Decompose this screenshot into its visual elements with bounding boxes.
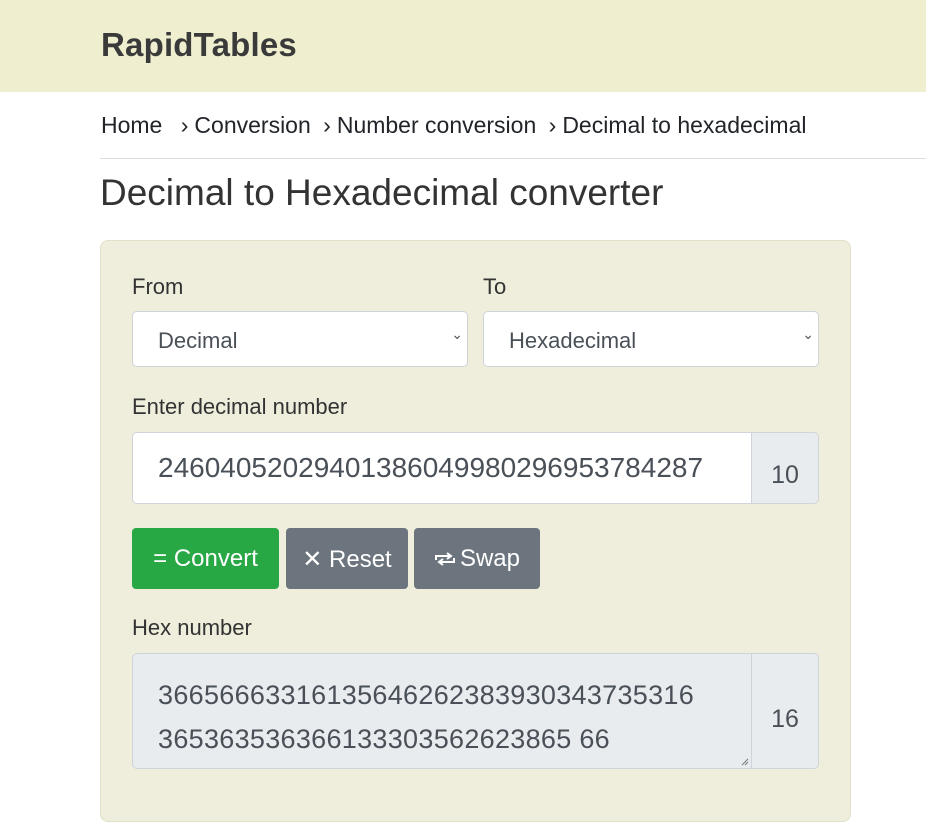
output-base-addon: 16 (752, 653, 819, 769)
swap-label: Swap (459, 545, 521, 572)
to-select[interactable]: Hexadecimal ⌄ (483, 311, 819, 367)
hex-output[interactable]: 36656663316135646262383930343735316 3653… (132, 653, 752, 769)
resize-handle-icon[interactable] (739, 756, 749, 766)
hex-output-line: 36656663316135646262383930343735316 (158, 680, 695, 710)
breadcrumb-home[interactable]: Home (101, 112, 162, 138)
decimal-input-group: 24604052029401386049980296953784287 10 (132, 432, 819, 504)
from-select[interactable]: Decimal ⌄ (132, 311, 468, 367)
to-select-value: Hexadecimal (509, 328, 637, 353)
output-label: Hex number (132, 615, 252, 640)
swap-button[interactable]: Swap (414, 528, 540, 589)
chevron-down-icon: ⌄ (802, 326, 814, 342)
hex-output-line: 365363536366133303562623865 66 (158, 724, 610, 754)
input-label: Enter decimal number (132, 394, 348, 419)
to-label: To (483, 274, 507, 299)
divider (100, 158, 926, 159)
breadcrumb-number-conversion[interactable]: Number conversion (337, 112, 536, 138)
chevron-down-icon: ⌄ (451, 326, 463, 342)
input-base-addon: 10 (752, 432, 819, 504)
site-logo[interactable]: RapidTables (101, 26, 297, 64)
from-label: From (132, 274, 184, 299)
breadcrumb-conversion[interactable]: Conversion (194, 112, 310, 138)
from-select-value: Decimal (158, 328, 238, 353)
site-header: RapidTables (0, 0, 926, 92)
swap-icon (434, 552, 455, 566)
breadcrumb-separator: › (180, 112, 189, 138)
breadcrumb-decimal-to-hexadecimal[interactable]: Decimal to hexadecimal (562, 112, 806, 138)
breadcrumb-separator: › (548, 112, 557, 138)
breadcrumb: Home › Conversion › Number conversion › Dec… (101, 112, 806, 139)
convert-button[interactable]: = Convert (132, 528, 279, 589)
hex-output-group: 36656663316135646262383930343735316 3653… (132, 653, 819, 769)
decimal-input[interactable]: 24604052029401386049980296953784287 (132, 432, 752, 504)
breadcrumb-separator: › (323, 112, 331, 138)
page-title: Decimal to Hexadecimal converter (100, 172, 664, 213)
reset-button[interactable]: ✕ Reset (286, 528, 408, 589)
